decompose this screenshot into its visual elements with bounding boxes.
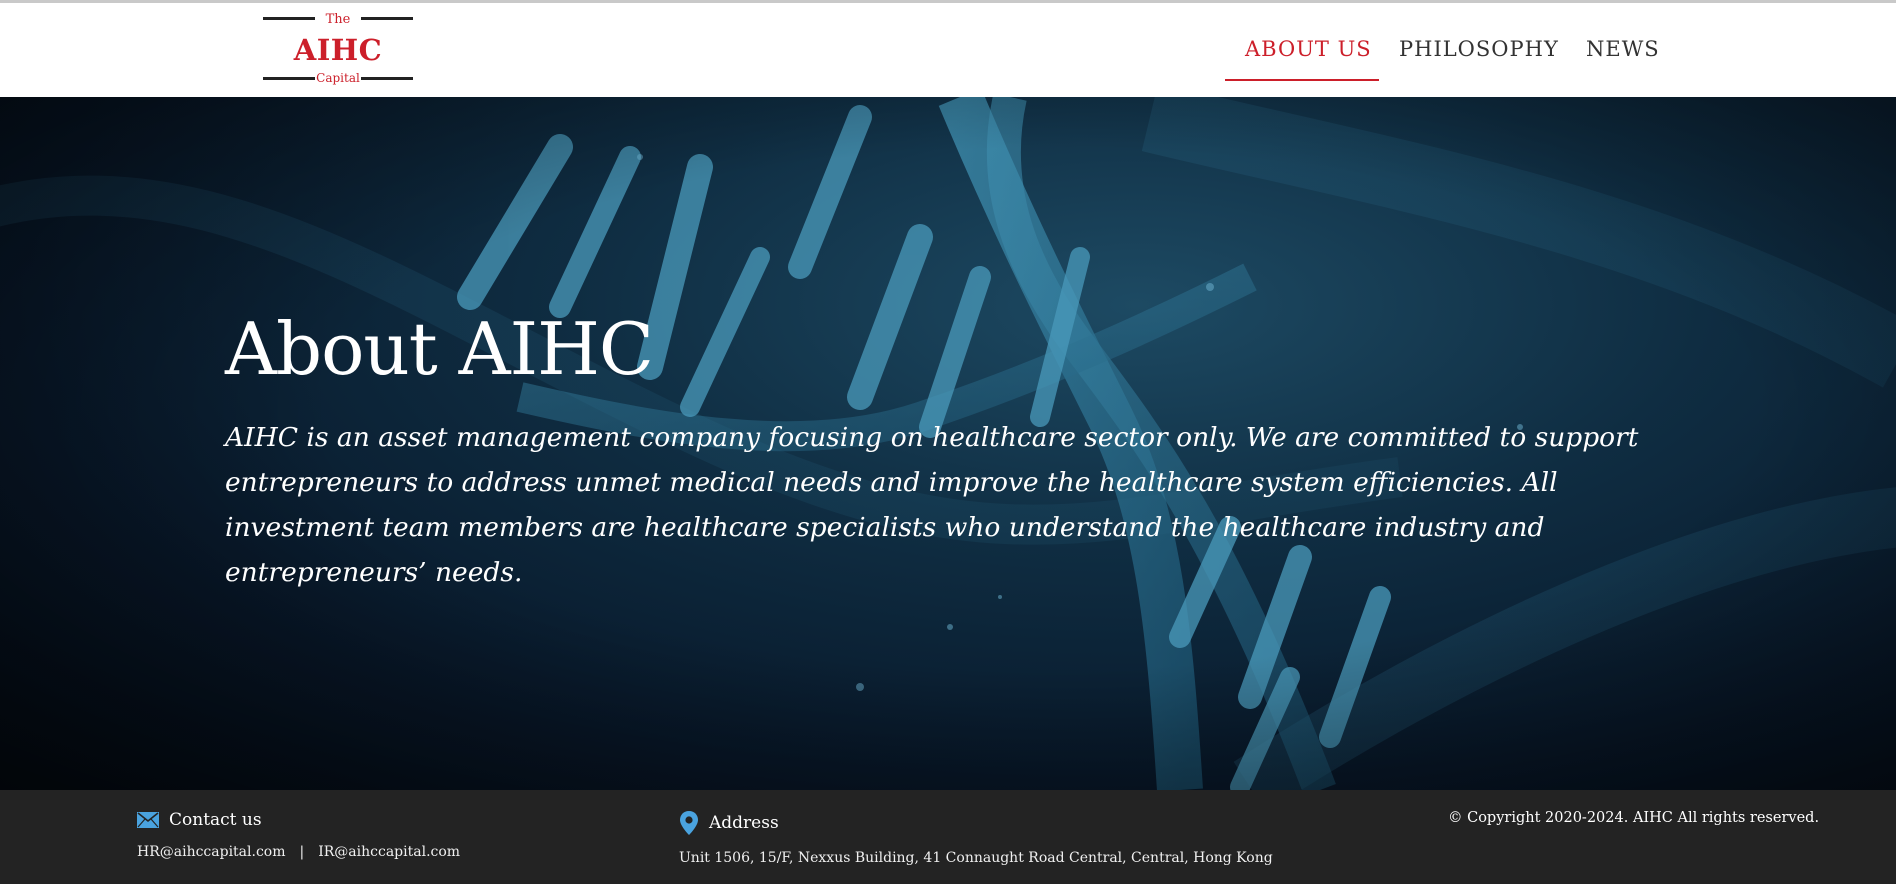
- hr-email-link[interactable]: HR@aihccapital.com: [137, 844, 286, 860]
- address-heading: Address: [709, 813, 779, 833]
- hero-banner: About AIHC AIHC is an asset management c…: [0, 97, 1896, 790]
- address-section: Address Unit 1506, 15/F, Nexxus Building…: [679, 810, 1273, 866]
- hero-description: AIHC is an asset management company focu…: [225, 422, 1639, 588]
- mail-icon: [137, 812, 159, 828]
- main-nav: ABOUT US PHILOSOPHY NEWS: [0, 3, 1896, 97]
- address-text: Unit 1506, 15/F, Nexxus Building, 41 Con…: [679, 850, 1273, 866]
- contact-heading: Contact us: [169, 810, 262, 830]
- hero-title: About AIHC: [225, 307, 654, 391]
- site-header: The AIHC Capital ABOUT US PHILOSOPHY NEW…: [0, 3, 1896, 97]
- contact-heading-row: Contact us: [137, 810, 460, 830]
- contact-emails: HR@aihccapital.com | IR@aihccapital.com: [137, 844, 460, 860]
- address-heading-row: Address: [679, 810, 1273, 836]
- copyright-text: © Copyright 2020-2024. AIHC All rights r…: [1448, 810, 1820, 826]
- nav-philosophy[interactable]: PHILOSOPHY: [1399, 37, 1559, 61]
- email-separator: |: [299, 844, 305, 860]
- nav-news[interactable]: NEWS: [1586, 37, 1660, 61]
- contact-section: Contact us HR@aihccapital.com | IR@aihccap…: [137, 810, 460, 860]
- nav-about-us[interactable]: ABOUT US: [1245, 37, 1372, 61]
- ir-email-link[interactable]: IR@aihccapital.com: [318, 844, 460, 860]
- location-pin-icon: [679, 810, 699, 836]
- active-nav-underline: [1225, 79, 1379, 81]
- site-footer: Contact us HR@aihccapital.com | IR@aihccap…: [0, 790, 1896, 884]
